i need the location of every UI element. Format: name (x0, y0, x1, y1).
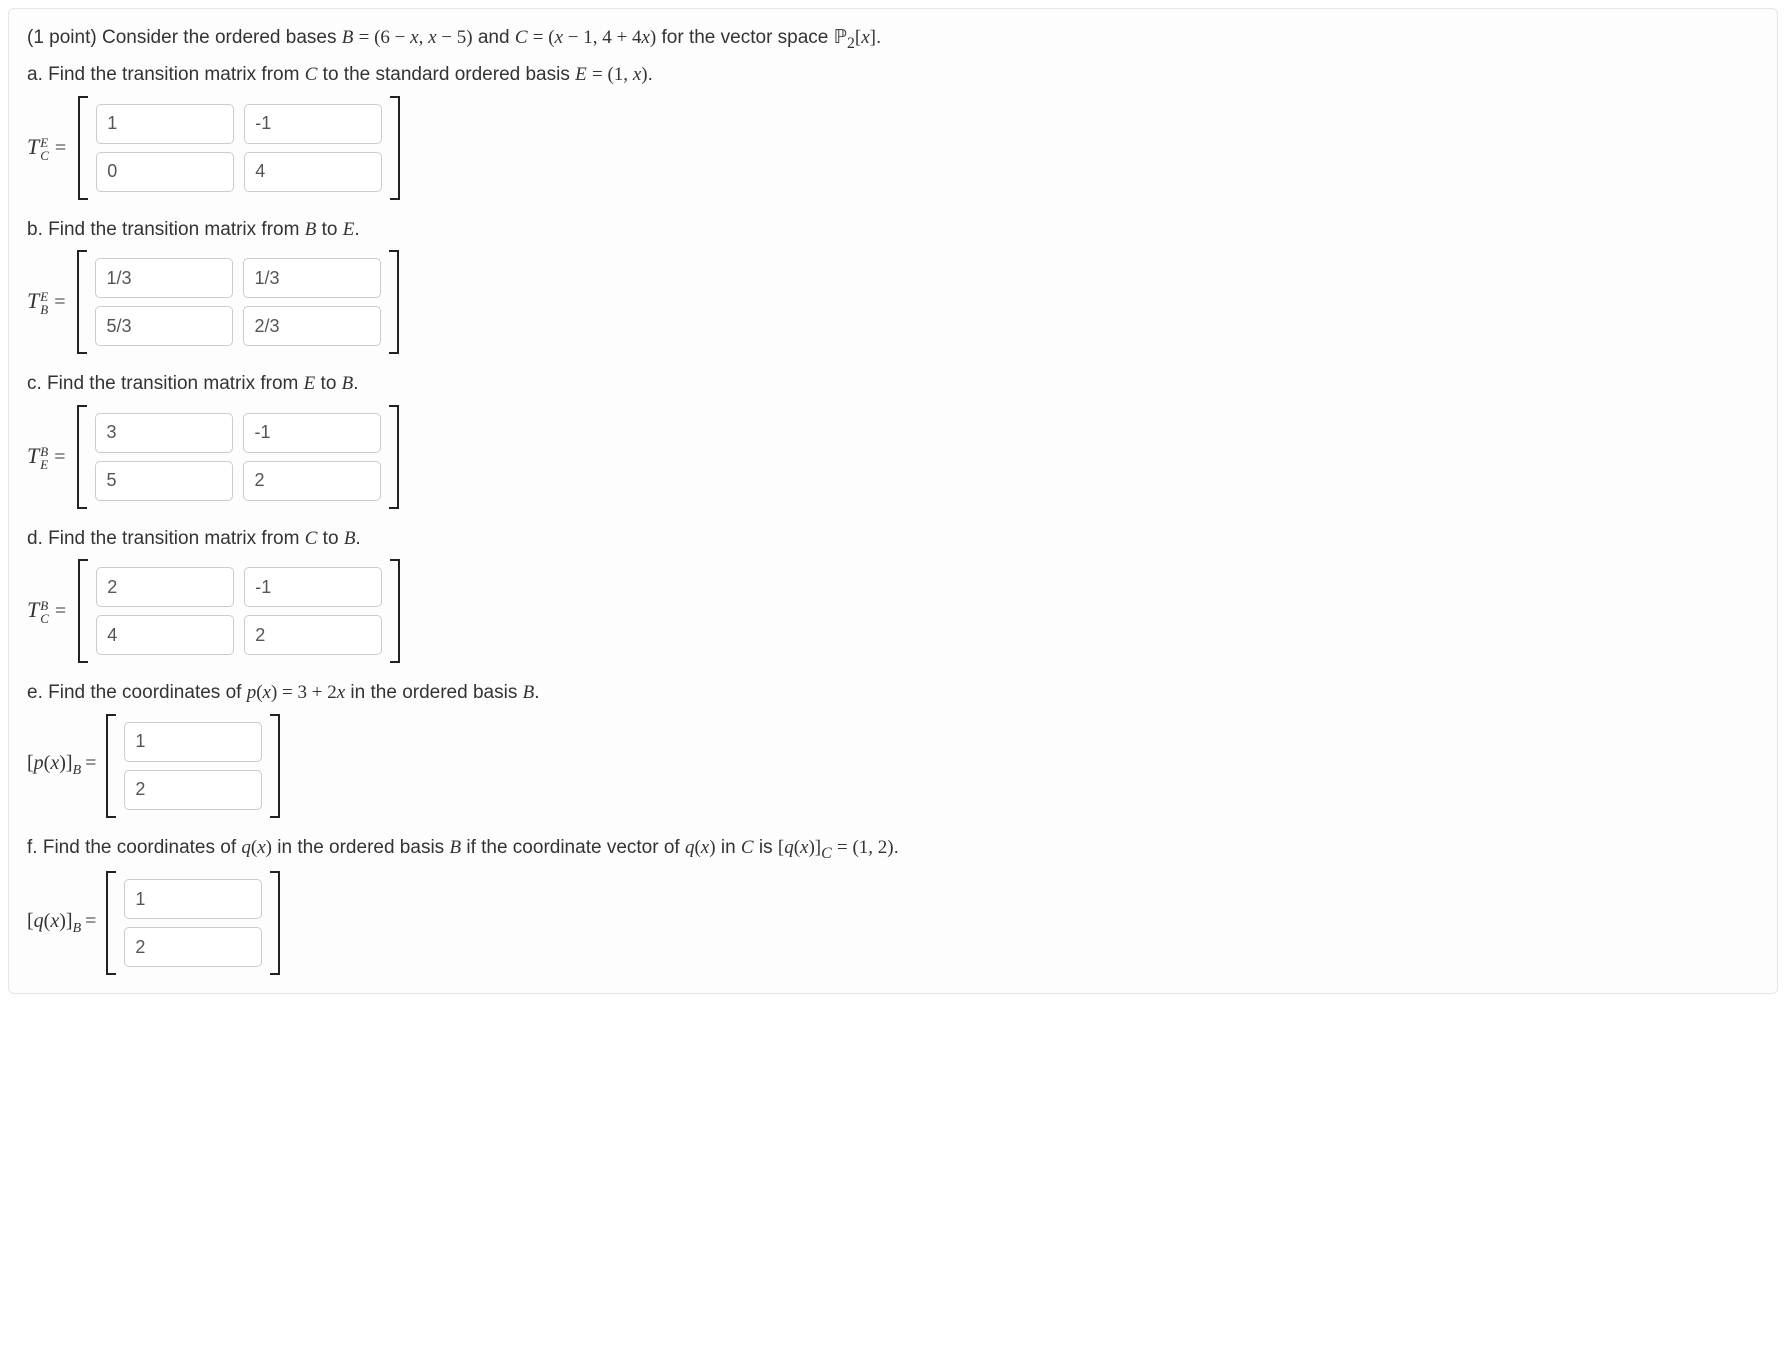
part-d-prompt: d. Find the transition matrix from C to … (27, 525, 1759, 554)
matrix-c-cell-22[interactable] (243, 461, 381, 501)
matrix-d-cell-12[interactable] (244, 567, 382, 607)
matrix-d-cell-11[interactable] (96, 567, 234, 607)
part-d-equation: TBC= (27, 559, 1759, 663)
part-a-equation: TEC= (27, 96, 1759, 200)
part-e-prompt: e. Find the coordinates of p(x) = 3 + 2x… (27, 679, 1759, 708)
matrix-c (77, 405, 399, 509)
part-c-equation: TBE= (27, 405, 1759, 509)
vector-f-cell-2[interactable] (124, 927, 262, 967)
label-T-B-E: TBE= (27, 443, 69, 471)
matrix-b (77, 250, 399, 354)
matrix-a-cell-12[interactable] (244, 104, 382, 144)
matrix-c-cell-21[interactable] (95, 461, 233, 501)
vector-e-cell-2[interactable] (124, 770, 262, 810)
matrix-a-cell-21[interactable] (96, 152, 234, 192)
matrix-d (78, 559, 400, 663)
label-qx-B: [q(x)]B= (27, 910, 100, 937)
matrix-d-cell-21[interactable] (96, 615, 234, 655)
label-T-E-C: TEC= (27, 134, 70, 162)
part-c-prompt: c. Find the transition matrix from E to … (27, 370, 1759, 399)
matrix-a-cell-22[interactable] (244, 152, 382, 192)
part-f-equation: [q(x)]B= (27, 871, 1759, 975)
vector-f (106, 871, 280, 975)
part-e-equation: [p(x)]B= (27, 714, 1759, 818)
vector-e (106, 714, 280, 818)
part-b-equation: TEB= (27, 250, 1759, 354)
matrix-b-cell-22[interactable] (243, 306, 381, 346)
vector-e-cell-1[interactable] (124, 722, 262, 762)
matrix-b-cell-21[interactable] (95, 306, 233, 346)
matrix-d-cell-22[interactable] (244, 615, 382, 655)
label-T-B-C: TBC= (27, 597, 70, 625)
matrix-a (78, 96, 400, 200)
matrix-b-cell-11[interactable] (95, 258, 233, 298)
label-px-B: [p(x)]B= (27, 752, 100, 779)
matrix-b-cell-12[interactable] (243, 258, 381, 298)
part-f-prompt: f. Find the coordinates of q(x) in the o… (27, 834, 1759, 866)
matrix-c-cell-11[interactable] (95, 413, 233, 453)
matrix-c-cell-12[interactable] (243, 413, 381, 453)
matrix-a-cell-11[interactable] (96, 104, 234, 144)
part-b-prompt: b. Find the transition matrix from B to … (27, 216, 1759, 245)
intro-line-1: (1 point) Consider the ordered bases B =… (27, 23, 1759, 56)
intro-line-2: a. Find the transition matrix from C to … (27, 60, 1759, 89)
vector-f-cell-1[interactable] (124, 879, 262, 919)
label-T-E-B: TEB= (27, 288, 69, 316)
problem-panel: (1 point) Consider the ordered bases B =… (8, 8, 1778, 994)
